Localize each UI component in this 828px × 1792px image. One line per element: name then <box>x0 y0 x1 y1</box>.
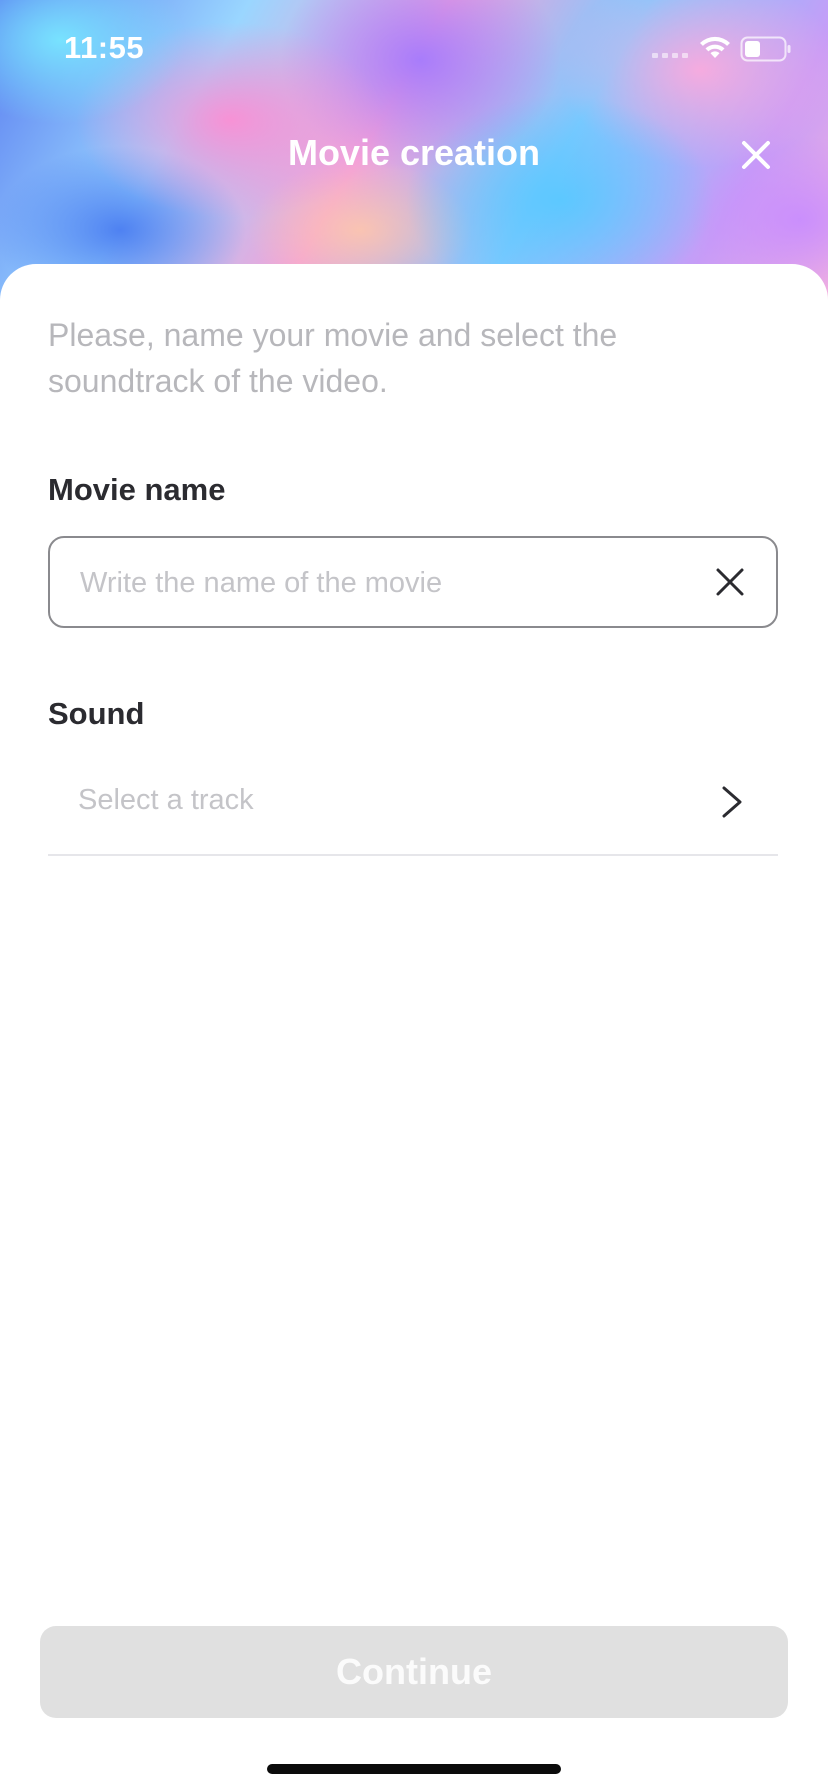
page-title: Movie creation <box>287 132 541 173</box>
select-track-row[interactable]: Select a track <box>48 754 778 856</box>
clear-icon <box>716 568 744 596</box>
continue-button[interactable]: Continue <box>40 1626 788 1718</box>
battery-icon <box>740 36 791 62</box>
close-button[interactable] <box>735 134 777 176</box>
movie-name-input[interactable] <box>78 538 702 628</box>
form-sheet: Please, name your movie and select the s… <box>0 264 828 1792</box>
movie-creation-screen: 11:55 Movie creation Please, name your m… <box>0 0 828 1792</box>
intro-text: Please, name your movie and select the s… <box>48 317 618 399</box>
wifi-icon <box>700 36 730 58</box>
clear-input-button[interactable] <box>712 564 748 600</box>
chevron-right-icon <box>722 786 742 818</box>
status-time: 11:55 <box>64 30 145 65</box>
movie-name-label: Movie name <box>48 472 226 507</box>
signal-icon <box>652 53 688 58</box>
close-icon <box>742 141 770 169</box>
sound-label: Sound <box>48 696 145 731</box>
select-track-placeholder: Select a track <box>78 784 254 816</box>
movie-name-field[interactable] <box>48 536 778 628</box>
home-indicator <box>267 1764 561 1774</box>
status-bar: 11:55 <box>0 0 828 100</box>
